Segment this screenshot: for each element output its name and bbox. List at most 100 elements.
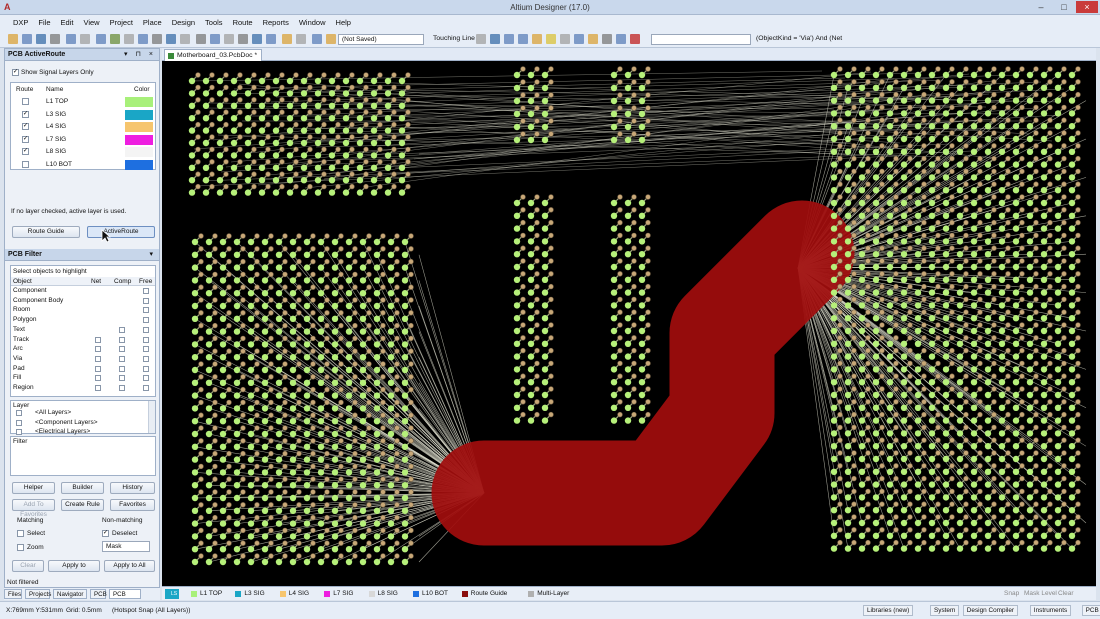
net-checkbox[interactable] (95, 375, 101, 382)
maximize-button[interactable]: □ (1053, 1, 1075, 13)
menu-file[interactable]: File (33, 18, 55, 28)
canvas-control[interactable]: Mask Level (1024, 589, 1057, 599)
layer-tab[interactable]: L10 BOT (413, 589, 448, 599)
mask-select[interactable]: Mask (102, 541, 150, 552)
filter-expression-box[interactable]: Filter (10, 436, 156, 476)
layer-list-checkbox[interactable] (16, 419, 22, 426)
net-checkbox[interactable] (95, 385, 101, 391)
panel-tab[interactable]: Projects (25, 589, 51, 599)
free-checkbox[interactable] (143, 288, 149, 294)
panel-collapse-icon[interactable]: ▾ (149, 249, 156, 261)
pcb-drawing[interactable] (162, 61, 1096, 586)
layer-tab[interactable]: L7 SIG (324, 589, 353, 599)
route-layer-checkbox[interactable] (22, 161, 29, 168)
comp-checkbox[interactable] (119, 385, 125, 391)
status-panel-button[interactable]: System (930, 605, 960, 616)
toolbar-tool-icon[interactable] (180, 34, 190, 44)
toolbar-tool-icon[interactable] (282, 34, 292, 44)
toolbar-tool-icon[interactable] (532, 34, 542, 44)
toolbar-tool-icon[interactable] (266, 34, 276, 44)
route-layer-row[interactable]: ✓ L8 SIG (11, 146, 155, 158)
free-checkbox[interactable] (143, 355, 149, 362)
route-layer-row[interactable]: ✓ L4 SIG (11, 121, 155, 133)
apply-selected-button[interactable]: Apply to Selected (48, 560, 100, 572)
free-checkbox[interactable] (143, 375, 149, 382)
zoom-checkbox[interactable] (17, 544, 24, 551)
menu-design[interactable]: Design (167, 18, 200, 28)
route-layer-color-swatch[interactable] (125, 122, 153, 133)
show-signal-layers-checkbox[interactable]: ✓ (12, 69, 19, 76)
menu-window[interactable]: Window (294, 18, 331, 28)
toolbar-tool-icon[interactable] (124, 34, 134, 44)
route-layer-color-swatch[interactable] (125, 109, 153, 120)
route-layer-row[interactable]: ✓ L3 SIG (11, 109, 155, 121)
layer-list-item[interactable]: <Component Layers> (11, 419, 155, 428)
add-to-favorites-button[interactable]: Add To Favorites (12, 499, 55, 518)
route-layer-row[interactable]: L10 BOT (11, 159, 155, 171)
toolbar-tool-icon[interactable] (252, 34, 262, 44)
toolbar-tool-icon[interactable] (490, 34, 500, 44)
comp-checkbox[interactable] (119, 365, 125, 372)
route-layer-checkbox[interactable] (22, 98, 29, 105)
toolbar-tool-icon[interactable] (138, 34, 148, 44)
create-rule-button[interactable]: Create Rule (61, 499, 104, 511)
route-layer-color-swatch[interactable] (125, 160, 153, 170)
toolbar-tool-icon[interactable] (296, 34, 306, 44)
status-panel-button[interactable]: Design Compiler (962, 605, 1019, 616)
menu-tools[interactable]: Tools (200, 18, 228, 28)
toolbar-tool-icon[interactable] (210, 34, 220, 44)
route-layer-checkbox[interactable]: ✓ (22, 123, 29, 131)
toolbar-tool-icon[interactable] (8, 34, 18, 44)
menu-view[interactable]: View (78, 18, 104, 28)
menu-route[interactable]: Route (228, 18, 258, 28)
layer-list-checkbox[interactable] (16, 429, 22, 435)
free-checkbox[interactable] (143, 346, 149, 353)
toolbar-tool-icon[interactable] (616, 34, 626, 44)
toolbar-tool-icon[interactable] (50, 34, 60, 44)
panel-tab[interactable]: Files (4, 589, 22, 599)
route-layer-checkbox[interactable]: ✓ (22, 148, 29, 156)
toolbar-tool-icon[interactable] (110, 34, 120, 44)
route-layer-color-swatch[interactable] (125, 134, 153, 145)
toolbar-tool-icon[interactable] (22, 34, 32, 44)
select-checkbox[interactable] (17, 530, 24, 537)
menu-dxp[interactable]: DXP (8, 18, 33, 28)
comp-checkbox[interactable] (119, 355, 125, 362)
toolbar-tool-icon[interactable] (238, 34, 248, 44)
history-button[interactable]: History (110, 482, 155, 494)
layer-tab[interactable]: Multi-Layer (528, 589, 569, 599)
canvas-control[interactable]: Snap (1004, 589, 1019, 599)
document-tab[interactable]: Motherboard_03.PcbDoc * (164, 49, 263, 61)
toolbar-tool-icon[interactable] (152, 34, 162, 44)
deselect-checkbox[interactable]: ✓ (102, 530, 109, 537)
toolbar-tool-icon[interactable] (224, 34, 234, 44)
layer-tab[interactable]: L1 TOP (191, 589, 222, 599)
activeroute-button[interactable]: ActiveRoute (87, 226, 155, 238)
pcb-canvas[interactable] (162, 61, 1096, 586)
view-config-select[interactable]: (Not Saved) (338, 34, 424, 45)
menu-help[interactable]: Help (331, 18, 356, 28)
net-checkbox[interactable] (95, 365, 101, 372)
canvas-control[interactable]: Clear (1058, 589, 1074, 599)
comp-checkbox[interactable] (119, 346, 125, 353)
filter-blank-select[interactable] (651, 34, 751, 45)
free-checkbox[interactable] (143, 365, 149, 372)
helper-button[interactable]: Helper (12, 482, 55, 494)
net-checkbox[interactable] (95, 336, 101, 343)
layer-tab[interactable]: LS (165, 589, 179, 599)
query-expression[interactable]: (ObjectKind = 'Via') And (Net (756, 35, 842, 42)
route-layer-row[interactable]: ✓ L7 SIG (11, 134, 155, 146)
route-guide[interactable] (431, 200, 855, 546)
toolbar-tool-icon[interactable] (36, 34, 46, 44)
builder-button[interactable]: Builder (61, 482, 104, 494)
toolbar-tool-icon[interactable] (588, 34, 598, 44)
route-layer-checkbox[interactable]: ✓ (22, 135, 29, 143)
toolbar-tool-icon[interactable] (574, 34, 584, 44)
panel-tab[interactable]: Navigator (53, 589, 87, 599)
net-checkbox[interactable] (95, 346, 101, 353)
free-checkbox[interactable] (143, 307, 149, 314)
comp-checkbox[interactable] (119, 326, 125, 333)
layer-list-item[interactable]: <All Layers> (11, 409, 155, 418)
comp-checkbox[interactable] (119, 336, 125, 343)
clear-button[interactable]: Clear (12, 560, 44, 572)
